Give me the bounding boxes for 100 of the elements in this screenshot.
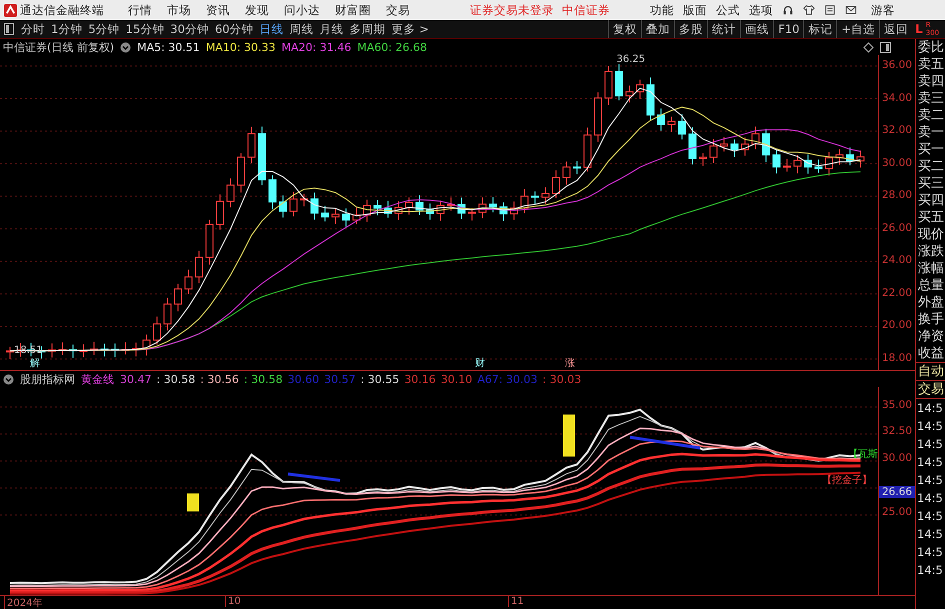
axis-label: 28.00 — [882, 189, 912, 202]
indicator-title: 股朋指标网 — [20, 372, 75, 386]
quote-label: 买三 — [917, 175, 945, 192]
trade-label[interactable]: 交易 — [916, 381, 945, 399]
menu-item[interactable]: 市场 — [167, 2, 191, 18]
trade-time: 14:5 — [916, 418, 944, 435]
user-label[interactable]: 游客 — [871, 2, 895, 18]
indicator-value: : 30.56 — [200, 372, 239, 386]
menu-item[interactable]: 资讯 — [206, 2, 230, 18]
toolbar-button[interactable]: F10 — [773, 20, 804, 38]
toolbar-button[interactable]: 统计 — [707, 20, 740, 38]
axis-label: 36.00 — [882, 59, 912, 71]
indicator-value: 30.10 — [440, 372, 472, 386]
toolbar-button[interactable]: 叠加 — [641, 20, 674, 38]
headset-icon[interactable] — [782, 4, 794, 16]
axis-label: 30.00 — [882, 452, 912, 464]
menu-item[interactable]: 交易 — [386, 2, 410, 18]
period-tab[interactable]: 日线 — [256, 22, 287, 36]
period-tab[interactable]: 周线 — [286, 22, 317, 36]
toolbar-button[interactable]: 返回 — [879, 20, 912, 38]
trade-time: 14:5 — [916, 490, 944, 507]
menu-item[interactable]: 功能 — [650, 2, 674, 18]
toolbar-button[interactable]: 画线 — [740, 20, 774, 38]
menu-item[interactable]: 问小达 — [284, 2, 320, 18]
chevron-circle-icon[interactable] — [120, 42, 132, 52]
quote-label: 卖五 — [917, 56, 945, 73]
status-link[interactable]: 证券交易未登录 — [470, 2, 554, 18]
quote-label: 卖四 — [917, 73, 945, 90]
indicator-value: 30.57 — [324, 372, 356, 386]
period-tab[interactable]: 5分钟 — [85, 22, 123, 36]
date-label: 10 — [225, 596, 241, 607]
indicator-name: 黄金线 — [81, 372, 114, 386]
axis-label: 18.00 — [882, 352, 912, 364]
period-tab[interactable]: 15分钟 — [122, 22, 168, 36]
period-tab[interactable]: 1分钟 — [48, 22, 86, 36]
menu-item[interactable]: 行情 — [128, 2, 152, 18]
notepad-icon[interactable] — [824, 4, 836, 16]
menu-item[interactable]: 财富圈 — [335, 2, 371, 18]
trade-time: 14:5 — [916, 508, 944, 525]
toolbar-button[interactable]: 复权 — [608, 20, 642, 38]
menu-item[interactable]: 公式 — [716, 2, 740, 18]
quote-label: 卖三 — [917, 90, 945, 107]
indicator-value: : 30.03 — [542, 372, 582, 386]
quote-label: 净资 — [917, 328, 945, 345]
corner-label: L — [915, 22, 923, 36]
indicator-value: : 30.58 — [244, 372, 283, 386]
shirt-icon[interactable] — [803, 4, 815, 16]
chevron-circle-icon[interactable] — [3, 374, 14, 384]
quote-label: 外盘 — [917, 294, 945, 311]
menu-item[interactable]: 发现 — [245, 2, 269, 18]
period-tab[interactable]: 30分钟 — [167, 22, 212, 36]
period-tab[interactable]: 分时 — [18, 22, 48, 36]
signal-bar — [187, 493, 199, 512]
quote-label: 涨幅 — [917, 260, 945, 277]
status-link[interactable]: 中信证券 — [562, 2, 610, 18]
indicator-value: 30.47 — [120, 372, 152, 386]
toolbar-button[interactable]: 标记 — [803, 20, 836, 38]
menu-item[interactable]: 版面 — [683, 2, 707, 18]
trade-time: 14:5 — [916, 436, 944, 453]
diamond-icon[interactable] — [863, 42, 874, 52]
quote-label: 卖一 — [917, 124, 945, 141]
quote-label: 委比 — [917, 39, 945, 56]
indicator-value: : 30.55 — [360, 372, 400, 386]
indicator-value: : 30.58 — [156, 372, 196, 386]
axis-label: 22.00 — [882, 286, 912, 299]
axis-label: 34.00 — [882, 92, 912, 104]
toolbar-button[interactable]: +自选 — [836, 20, 880, 38]
high-price-label: 36.25 — [616, 54, 646, 65]
menu-item[interactable]: 选项 — [749, 2, 773, 18]
period-tab[interactable]: 更多 > — [388, 22, 432, 36]
date-label: 11 — [508, 596, 524, 607]
event-marker[interactable]: 财 — [475, 356, 485, 370]
event-marker[interactable]: 解 — [30, 356, 40, 370]
panel-toggle-icon[interactable] — [4, 23, 14, 35]
trade-time: 14:5 — [916, 400, 944, 417]
quote-label: 卖二 — [917, 107, 945, 124]
period-tab[interactable]: 月线 — [316, 22, 347, 36]
trade-time: 14:5 — [916, 562, 944, 579]
mail-icon[interactable] — [845, 4, 857, 16]
legend-value: MA5: 30.51 — [137, 40, 200, 54]
trade-label[interactable]: 自动 — [916, 363, 945, 381]
quote-label: 买五 — [917, 209, 945, 226]
axis-label: 32.50 — [882, 425, 912, 437]
legend-value: MA60: 26.68 — [357, 40, 427, 54]
axis-label: 30.00 — [882, 156, 912, 169]
legend-value: MA20: 31.46 — [282, 40, 352, 54]
quote-label: 买一 — [917, 141, 945, 158]
trend-segment — [630, 436, 700, 450]
period-tab[interactable]: 60分钟 — [212, 22, 257, 36]
indicator-value: A67: 30.03 — [477, 372, 538, 386]
quote-label: 买二 — [917, 158, 945, 175]
current-value-label: 26.66 — [879, 486, 915, 498]
event-marker[interactable]: 涨 — [565, 356, 575, 370]
quote-label: 总量 — [917, 277, 945, 294]
axis-label: 20.00 — [882, 319, 912, 332]
app-title: 通达信金融终端 — [20, 2, 104, 18]
trade-time: 14:5 — [916, 544, 944, 561]
panel-toggle-icon[interactable] — [880, 42, 891, 52]
period-tab[interactable]: 多周期 — [346, 22, 389, 36]
toolbar-button[interactable]: 多股 — [674, 20, 708, 38]
